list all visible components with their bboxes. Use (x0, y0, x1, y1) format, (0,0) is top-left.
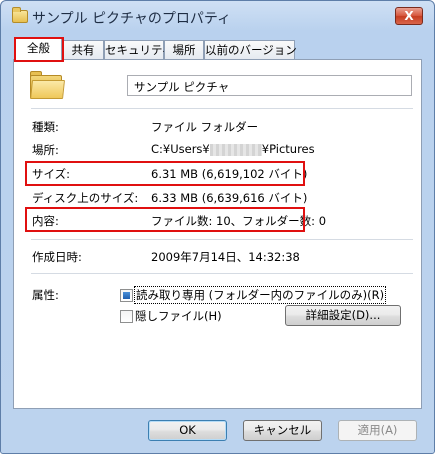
tab-label: 共有 (71, 43, 95, 57)
advanced-button[interactable]: 詳細設定(D)... (285, 305, 401, 326)
contents-label: 内容: (32, 214, 59, 228)
tab-label: 場所 (172, 43, 196, 57)
tab-security[interactable]: セキュリティ (104, 40, 173, 60)
separator (31, 108, 413, 109)
location-suffix: ¥Pictures (261, 142, 315, 156)
folder-name-input[interactable]: サンプル ピクチャ (127, 75, 412, 96)
folder-name-value: サンプル ピクチャ (134, 80, 230, 94)
cancel-button-label: キャンセル (253, 423, 312, 437)
advanced-button-label: 詳細設定(D)... (305, 308, 381, 322)
type-label: 種類: (32, 120, 59, 134)
location-value: C:¥Users¥ ¥Pictures (151, 142, 315, 156)
cancel-button[interactable]: キャンセル (243, 420, 322, 441)
type-value: ファイル フォルダー (151, 120, 259, 134)
tab-previous-versions[interactable]: 以前のバージョン (204, 40, 297, 60)
close-icon: X (404, 9, 414, 23)
ok-button[interactable]: OK (148, 420, 227, 441)
size-value: 6.31 MB (6,619,102 バイト) (151, 167, 308, 181)
location-label: 場所: (32, 143, 59, 157)
ok-button-label: OK (179, 423, 196, 437)
readonly-checkbox[interactable] (120, 289, 133, 302)
apply-button: 適用(A) (338, 420, 417, 441)
tab-general[interactable]: 全般 (15, 38, 62, 60)
hidden-checkbox-label[interactable]: 隠しファイル(H) (135, 308, 222, 324)
readonly-checkbox-label[interactable]: 読み取り専用 (フォルダー内のファイルのみ)(R) (133, 286, 387, 304)
apply-button-label: 適用(A) (357, 423, 398, 437)
close-button[interactable]: X (395, 7, 423, 25)
tab-sharing[interactable]: 共有 (62, 40, 104, 60)
separator (31, 239, 413, 240)
contents-value: ファイル数: 10、フォルダー数: 0 (151, 214, 327, 228)
folder-icon (12, 7, 28, 23)
title-bar[interactable]: サンプル ピクチャのプロパティ X (1, 1, 434, 33)
tab-label: 全般 (27, 41, 50, 55)
large-folder-icon (30, 71, 65, 99)
tab-location[interactable]: 場所 (164, 40, 204, 60)
separator (31, 273, 413, 274)
location-prefix: C:¥Users¥ (151, 142, 210, 156)
disk-size-label: ディスク上のサイズ: (32, 191, 139, 205)
created-label: 作成日時: (32, 250, 82, 264)
general-panel (13, 59, 422, 409)
attributes-label: 属性: (32, 288, 59, 302)
blurred-username (209, 143, 262, 156)
created-value: 2009年7月14日、14:32:38 (151, 250, 300, 264)
tab-label: 以前のバージョン (205, 43, 297, 57)
size-label: サイズ: (32, 167, 71, 181)
hidden-checkbox[interactable] (120, 310, 133, 323)
disk-size-value: 6.33 MB (6,639,616 バイト) (151, 191, 308, 205)
properties-window: サンプル ピクチャのプロパティ X 全般 共有 セキュリティ 場所 以前のバージ… (0, 0, 435, 454)
window-title: サンプル ピクチャのプロパティ (32, 11, 232, 27)
